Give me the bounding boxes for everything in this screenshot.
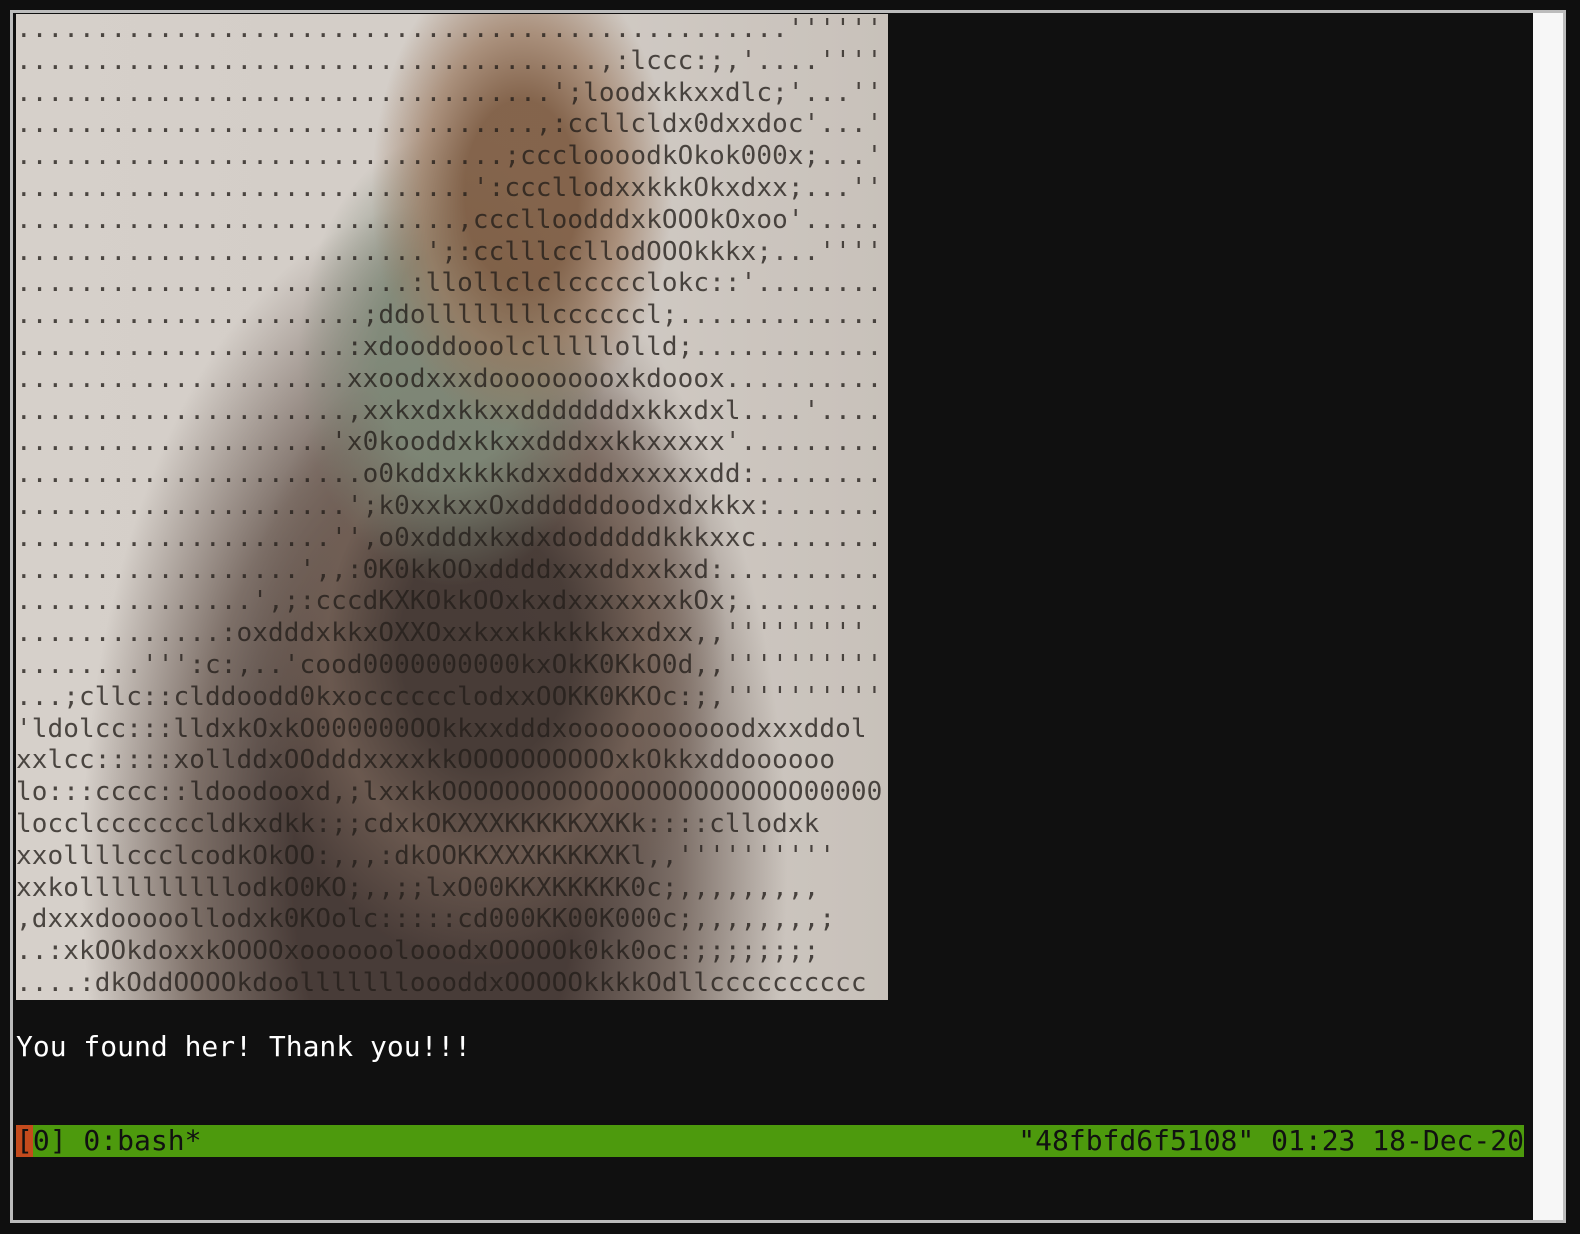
terminal-message: You found her! Thank you!!! <box>16 1030 472 1063</box>
window-label[interactable]: 0] 0:bash* <box>33 1125 202 1157</box>
ascii-photo: ........................................… <box>16 14 888 1000</box>
ascii-art-text: ........................................… <box>16 14 888 998</box>
session-indicator: [ <box>16 1124 33 1157</box>
terminal-screen[interactable]: ........................................… <box>16 13 1531 1220</box>
host-time-date: "48fbfd6f5108" 01:23 18-Dec-20 <box>1018 1124 1524 1157</box>
window-edge <box>1533 13 1563 1220</box>
terminal-window: ........................................… <box>10 10 1566 1223</box>
tmux-status-bar: [ 0] 0:bash* "48fbfd6f5108" 01:23 18-Dec… <box>16 1125 1524 1157</box>
tmux-window-list[interactable]: [ 0] 0:bash* <box>16 1125 201 1157</box>
